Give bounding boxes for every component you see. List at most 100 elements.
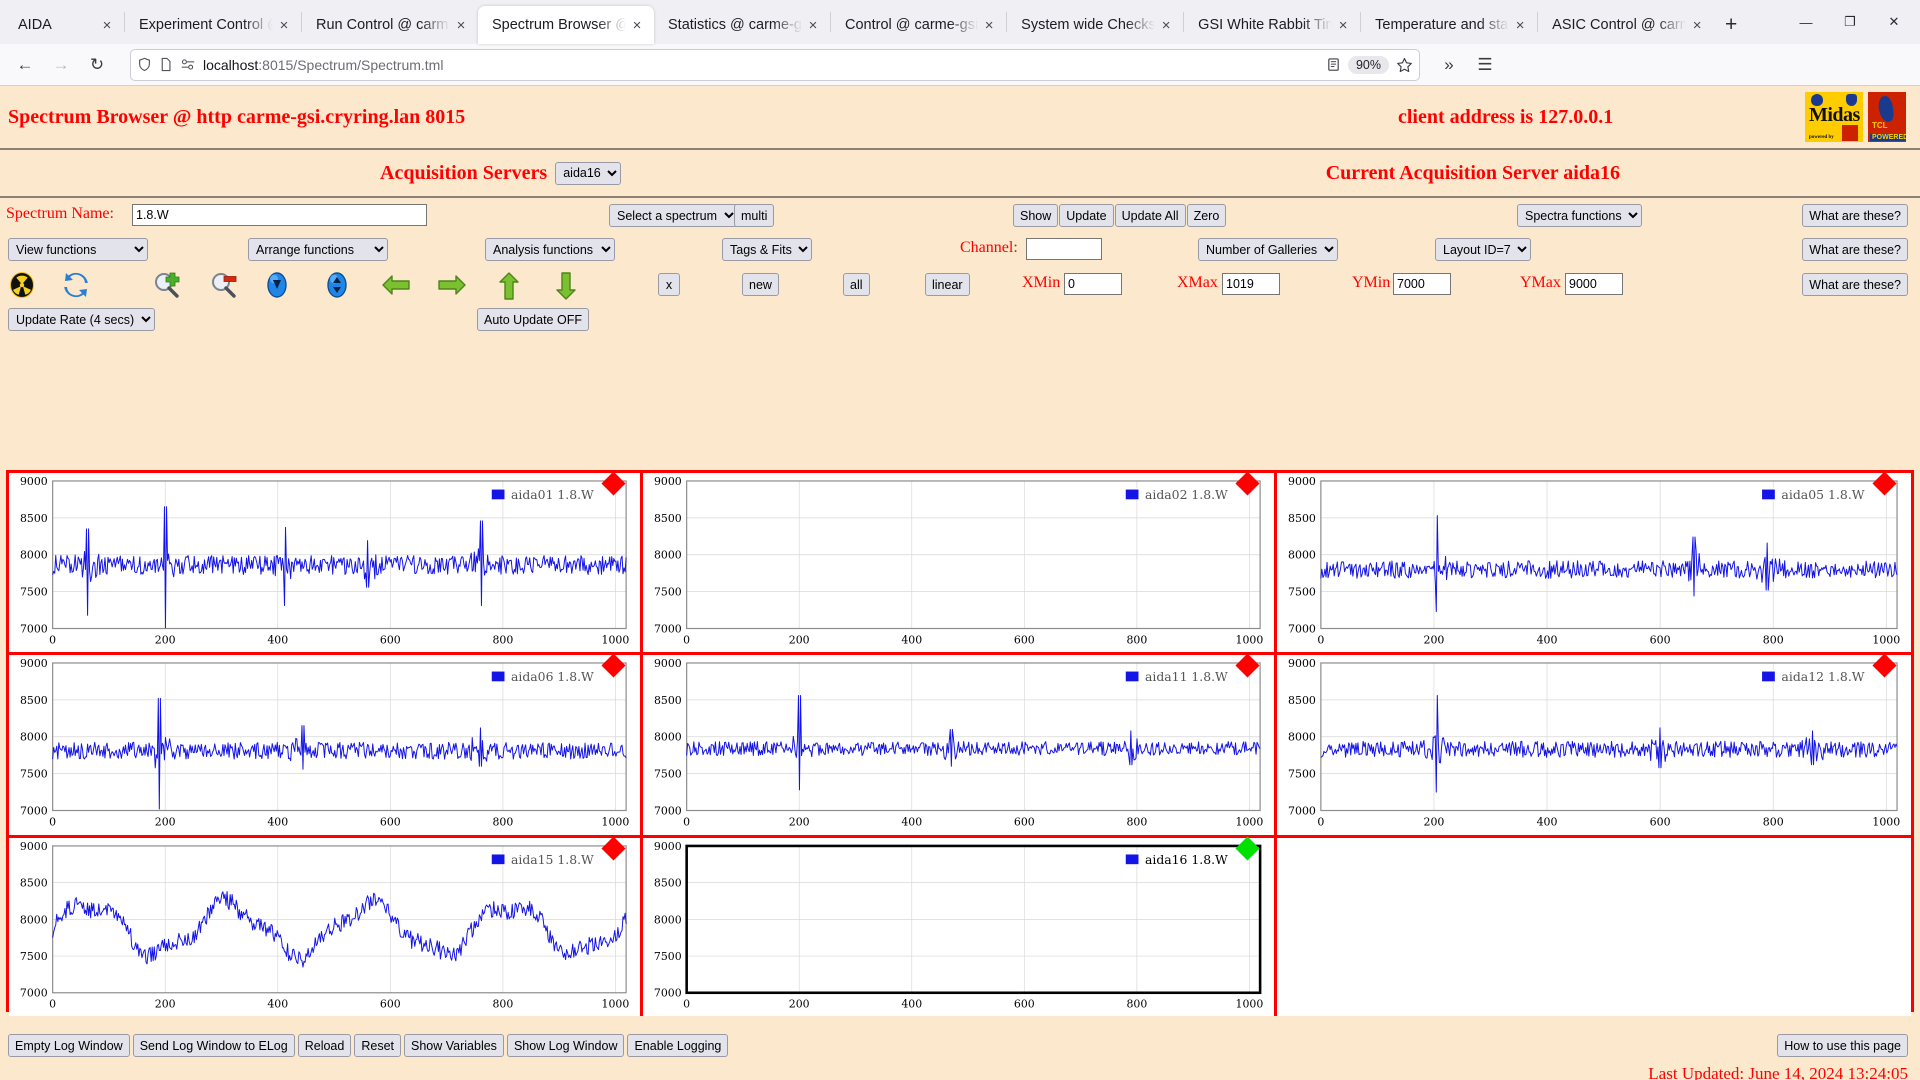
how-to-use-button[interactable]: How to use this page bbox=[1777, 1034, 1908, 1057]
spectrum-plot[interactable]: 7000750080008500900002004006008001000aid… bbox=[1277, 473, 1911, 652]
tags-fits-dropdown[interactable]: Tags & Fits bbox=[722, 238, 812, 261]
new-tab-button[interactable]: + bbox=[1714, 8, 1748, 42]
number-of-galleries-dropdown[interactable]: Number of Galleries bbox=[1198, 238, 1338, 261]
spectrum-panel[interactable]: 7000750080008500900002004006008001000aid… bbox=[643, 473, 1277, 655]
reader-view-icon[interactable] bbox=[1326, 57, 1341, 72]
arrow-up-icon[interactable] bbox=[495, 271, 525, 301]
browser-tab[interactable]: Experiment Control @ × bbox=[125, 6, 301, 44]
spectrum-plot[interactable]: 7000750080008500900002004006008001000aid… bbox=[9, 838, 640, 1017]
footer-button[interactable]: Send Log Window to ELog bbox=[133, 1034, 295, 1057]
x-button[interactable]: x bbox=[658, 273, 680, 296]
spectrum-panel[interactable]: 7000750080008500900002004006008001000aid… bbox=[9, 473, 643, 655]
tab-close-icon[interactable]: × bbox=[626, 14, 648, 36]
arrow-left-icon[interactable] bbox=[381, 271, 411, 301]
spectrum-panel[interactable]: 7000750080008500900002004006008001000aid… bbox=[643, 838, 1277, 1017]
footer-button[interactable]: Show Log Window bbox=[507, 1034, 625, 1057]
browser-tab[interactable]: ASIC Control @ carm× bbox=[1538, 6, 1714, 44]
tab-close-icon[interactable]: × bbox=[1509, 14, 1531, 36]
what-are-these-button-3[interactable]: What are these? bbox=[1802, 273, 1908, 296]
svg-text:8500: 8500 bbox=[20, 512, 48, 525]
spectrum-plot[interactable]: 7000750080008500900002004006008001000aid… bbox=[9, 473, 640, 652]
browser-tab[interactable]: Control @ carme-gsi× bbox=[831, 6, 1006, 44]
xmax-input[interactable] bbox=[1222, 273, 1280, 295]
spectrum-plot[interactable]: 7000750080008500900002004006008001000aid… bbox=[643, 655, 1274, 834]
ymin-input[interactable] bbox=[1393, 273, 1451, 295]
svg-text:8000: 8000 bbox=[20, 731, 48, 744]
linear-button[interactable]: linear bbox=[925, 273, 970, 296]
show-button[interactable]: Show bbox=[1013, 204, 1058, 227]
spectrum-panel[interactable]: 7000750080008500900002004006008001000aid… bbox=[9, 655, 643, 837]
svg-text:9000: 9000 bbox=[1288, 475, 1316, 488]
spectrum-panel[interactable]: 7000750080008500900002004006008001000aid… bbox=[1277, 655, 1911, 837]
spectra-functions-dropdown[interactable]: Spectra functions bbox=[1517, 204, 1642, 227]
what-are-these-button-2[interactable]: What are these? bbox=[1802, 238, 1908, 261]
tab-close-icon[interactable]: × bbox=[1155, 14, 1177, 36]
auto-update-toggle[interactable]: Auto Update OFF bbox=[477, 308, 589, 331]
minimize-button[interactable]: — bbox=[1784, 2, 1828, 42]
radiation-icon[interactable] bbox=[8, 271, 38, 301]
arrow-right-icon[interactable] bbox=[437, 271, 467, 301]
analysis-functions-dropdown[interactable]: Analysis functions bbox=[485, 238, 615, 261]
select-spectrum-dropdown[interactable]: Select a spectrum bbox=[609, 204, 738, 227]
browser-tab[interactable]: Statistics @ carme-gs× bbox=[654, 6, 830, 44]
ymax-input[interactable] bbox=[1565, 273, 1623, 295]
spectrum-plot[interactable]: 7000750080008500900002004006008001000aid… bbox=[643, 838, 1274, 1017]
zoom-in-icon[interactable] bbox=[152, 271, 182, 301]
footer-button[interactable]: Reset bbox=[354, 1034, 401, 1057]
tab-close-icon[interactable]: × bbox=[978, 14, 1000, 36]
zoom-out-icon[interactable] bbox=[209, 271, 239, 301]
update-button[interactable]: Update bbox=[1059, 204, 1113, 227]
browser-tab[interactable]: Temperature and stat× bbox=[1361, 6, 1537, 44]
view-functions-dropdown[interactable]: View functions bbox=[8, 238, 148, 261]
refresh-icon[interactable] bbox=[62, 271, 92, 301]
xmin-input[interactable] bbox=[1064, 273, 1122, 295]
tab-close-icon[interactable]: × bbox=[273, 14, 295, 36]
forward-icon[interactable]: → bbox=[44, 49, 78, 81]
update-all-button[interactable]: Update All bbox=[1115, 204, 1186, 227]
zoom-level-badge[interactable]: 90% bbox=[1348, 56, 1389, 74]
tab-close-icon[interactable]: × bbox=[96, 14, 118, 36]
footer-button[interactable]: Reload bbox=[298, 1034, 352, 1057]
footer-button[interactable]: Show Variables bbox=[404, 1034, 504, 1057]
close-window-button[interactable]: ✕ bbox=[1872, 2, 1916, 42]
browser-tab[interactable]: System wide Checks (× bbox=[1007, 6, 1183, 44]
zero-button[interactable]: Zero bbox=[1187, 204, 1227, 227]
spectrum-panel[interactable]: 7000750080008500900002004006008001000aid… bbox=[1277, 473, 1911, 655]
browser-tab[interactable]: AIDA× bbox=[4, 6, 124, 44]
url-bar[interactable]: localhost:8015/Spectrum/Spectrum.tml 90% bbox=[130, 49, 1420, 81]
spectrum-plot[interactable]: 7000750080008500900002004006008001000aid… bbox=[1277, 655, 1911, 834]
browser-tab[interactable]: Run Control @ carme× bbox=[302, 6, 478, 44]
spectrum-panel[interactable]: 7000750080008500900002004006008001000aid… bbox=[643, 655, 1277, 837]
acquisition-servers-select[interactable]: aida16 bbox=[555, 162, 621, 185]
star-icon[interactable] bbox=[1396, 57, 1413, 73]
channel-input[interactable] bbox=[1026, 238, 1102, 260]
expand-up-icon[interactable] bbox=[323, 271, 353, 301]
permissions-icon[interactable] bbox=[180, 57, 196, 72]
arrange-functions-dropdown[interactable]: Arrange functions bbox=[248, 238, 388, 261]
all-button[interactable]: all bbox=[843, 273, 870, 296]
back-icon[interactable]: ← bbox=[8, 49, 42, 81]
spectrum-panel[interactable]: 7000750080008500900002004006008001000aid… bbox=[9, 838, 643, 1017]
spectrum-plot[interactable]: 7000750080008500900002004006008001000aid… bbox=[9, 655, 640, 834]
arrow-down-icon[interactable] bbox=[552, 271, 582, 301]
tab-close-icon[interactable]: × bbox=[802, 14, 824, 36]
tab-close-icon[interactable]: × bbox=[1686, 14, 1708, 36]
update-rate-dropdown[interactable]: Update Rate (4 secs) bbox=[8, 308, 155, 331]
tab-close-icon[interactable]: × bbox=[1332, 14, 1354, 36]
spectrum-name-input[interactable] bbox=[132, 204, 427, 226]
app-menu-icon[interactable]: ☰ bbox=[1468, 49, 1502, 81]
browser-tab[interactable]: GSI White Rabbit Tim× bbox=[1184, 6, 1360, 44]
what-are-these-button-1[interactable]: What are these? bbox=[1802, 204, 1908, 227]
maximize-button[interactable]: ❐ bbox=[1828, 2, 1872, 42]
browser-tab[interactable]: Spectrum Browser @ × bbox=[478, 6, 654, 44]
multi-button[interactable]: multi bbox=[734, 204, 774, 227]
overflow-menu-icon[interactable]: » bbox=[1432, 49, 1466, 81]
footer-button[interactable]: Enable Logging bbox=[627, 1034, 728, 1057]
layout-id-dropdown[interactable]: Layout ID=7 bbox=[1435, 238, 1531, 261]
tab-close-icon[interactable]: × bbox=[450, 14, 472, 36]
expand-down-icon[interactable] bbox=[263, 271, 293, 301]
spectrum-plot[interactable]: 7000750080008500900002004006008001000aid… bbox=[643, 473, 1274, 652]
new-button[interactable]: new bbox=[742, 273, 779, 296]
footer-button[interactable]: Empty Log Window bbox=[8, 1034, 130, 1057]
reload-icon[interactable]: ↻ bbox=[80, 49, 114, 81]
